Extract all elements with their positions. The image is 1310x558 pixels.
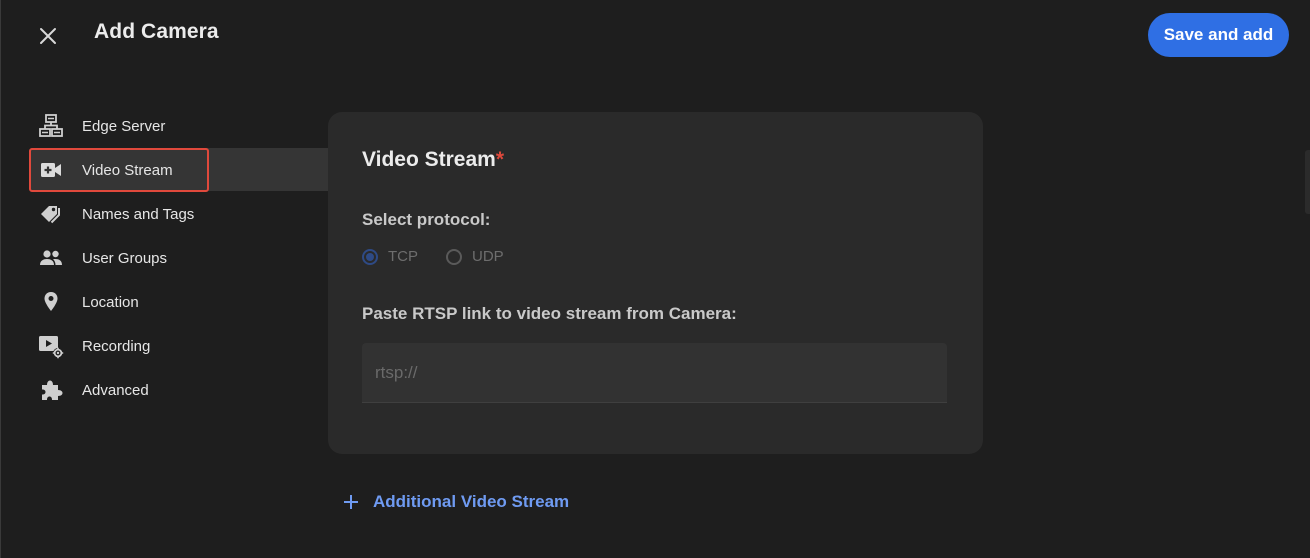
additional-video-stream-label: Additional Video Stream	[373, 492, 570, 511]
sidebar-item-label: Edge Server	[82, 117, 166, 135]
radio-label: TCP	[388, 248, 418, 265]
radio-unchecked-icon	[446, 248, 462, 265]
location-pin-icon	[38, 289, 64, 315]
people-icon	[38, 245, 64, 271]
radio-checked-icon	[362, 248, 378, 265]
add-camera-dialog: Add Camera Save and add Edge Server Vide…	[0, 0, 1310, 558]
sidebar-item-location[interactable]: Location	[31, 280, 331, 324]
section-title: Video Stream*	[362, 148, 504, 172]
sidebar-item-names-and-tags[interactable]: Names and Tags	[31, 192, 331, 236]
sidebar-item-label: Location	[82, 293, 139, 311]
sidebar-item-label: Video Stream	[82, 161, 173, 179]
protocol-label: Select protocol:	[362, 210, 491, 229]
page-title: Add Camera	[94, 20, 219, 43]
server-icon	[38, 113, 64, 139]
sidebar-item-edge-server[interactable]: Edge Server	[31, 104, 331, 148]
radio-udp[interactable]: UDP	[446, 248, 504, 265]
sidebar-item-user-groups[interactable]: User Groups	[31, 236, 331, 280]
sidebar-item-advanced[interactable]: Advanced	[31, 368, 331, 412]
sidebar-item-label: Recording	[82, 337, 151, 355]
rtsp-link-input[interactable]	[362, 343, 947, 403]
close-icon	[40, 28, 56, 44]
sidebar-item-label: User Groups	[82, 249, 168, 267]
recording-settings-icon	[38, 333, 64, 359]
section-title-text: Video Stream	[362, 148, 496, 171]
plus-icon	[341, 492, 361, 512]
required-marker: *	[495, 148, 505, 171]
sidebar-item-recording[interactable]: Recording	[31, 324, 331, 368]
radio-tcp[interactable]: TCP	[362, 248, 418, 265]
video-camera-add-icon	[38, 157, 64, 183]
video-stream-card: Video Stream* Select protocol: TCP UDP P…	[328, 112, 983, 454]
puzzle-icon	[38, 377, 64, 403]
tags-icon	[38, 201, 64, 227]
sidebar-item-label: Advanced	[82, 381, 149, 399]
rtsp-link-label: Paste RTSP link to video stream from Cam…	[362, 304, 737, 323]
radio-label: UDP	[472, 248, 504, 265]
sidebar-item-video-stream[interactable]: Video Stream	[31, 148, 331, 192]
sidebar-item-label: Names and Tags	[82, 205, 195, 223]
scrollbar[interactable]	[1305, 150, 1310, 214]
additional-video-stream-button[interactable]: Additional Video Stream	[341, 492, 569, 512]
close-button[interactable]	[34, 22, 62, 50]
save-and-add-button[interactable]: Save and add	[1148, 13, 1289, 57]
